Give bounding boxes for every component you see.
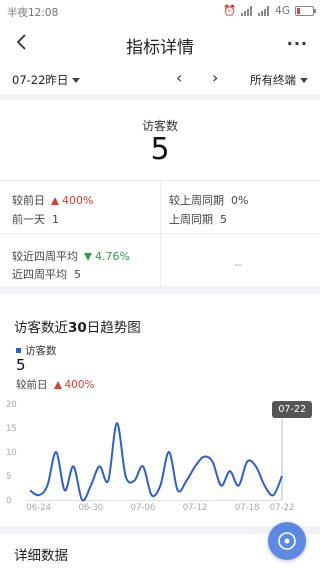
- y-tick-label: 10: [6, 448, 17, 458]
- y-tick-label: 20: [6, 400, 17, 410]
- data-point: [185, 480, 187, 482]
- x-tick-label: 07-12: [183, 503, 208, 513]
- up-arrow-icon: [51, 197, 59, 205]
- prev-day-button[interactable]: ‹: [176, 68, 182, 87]
- dropdown-icon: [72, 77, 81, 83]
- data-point: [124, 475, 126, 477]
- signal-icon: [241, 5, 253, 16]
- terminal-label: 所有终端: [250, 73, 296, 87]
- signal-icon-2: [258, 5, 270, 16]
- filter-bar: 07-22昨日 ‹ › 所有终端: [0, 66, 320, 94]
- trend-compare: 较前日 400%: [16, 379, 95, 391]
- data-point: [107, 480, 109, 482]
- x-tick-label: 07-22: [270, 503, 295, 513]
- trend-card: 访客数近30日趋势图 访客数 5 较前日 400% 0 5 10 15 20 06-24 06…: [0, 294, 320, 526]
- data-point: [220, 484, 222, 486]
- data-point: [142, 465, 144, 467]
- detail-title: 详细数据: [14, 548, 68, 564]
- y-tick-label: 15: [6, 424, 17, 434]
- y-tick-label: 5: [6, 472, 11, 482]
- day-before-value: 前一天 1: [12, 213, 59, 226]
- empty-placeholder: --: [234, 258, 242, 271]
- down-arrow-icon: [84, 253, 92, 261]
- network-type: 4G: [275, 4, 290, 17]
- trend-title: 访客数近30日趋势图: [14, 320, 141, 336]
- metric-summary-card: 访客数 5 较前日 400% 前一天 1 较上周同期 0% 上周同期 5 较近四周…: [0, 100, 320, 286]
- prev-day-compare: 较前日 400%: [12, 194, 94, 207]
- data-point: [177, 489, 179, 491]
- data-point: [255, 465, 257, 467]
- data-point: [90, 484, 92, 486]
- fab-icon: [278, 532, 296, 550]
- data-point: [29, 489, 31, 491]
- date-selector[interactable]: 07-22昨日: [12, 72, 81, 88]
- data-point: [116, 422, 118, 424]
- data-point: [64, 489, 66, 491]
- data-point: [159, 484, 161, 486]
- four-week-compare: 较近四周平均 4.76%: [12, 250, 130, 263]
- status-time: 半夜12:08: [7, 7, 59, 19]
- data-point: [55, 451, 57, 453]
- floating-action-button[interactable]: [268, 522, 306, 560]
- data-point: [211, 460, 213, 462]
- data-point: [133, 480, 135, 482]
- data-point: [98, 465, 100, 467]
- status-icons: ⏰ 4G: [223, 4, 316, 17]
- x-tick-label: 07-18: [235, 503, 260, 513]
- next-day-button[interactable]: ›: [212, 68, 218, 87]
- data-point: [150, 494, 152, 496]
- last-week-same-value: 上周同期 5: [169, 213, 227, 226]
- four-week-avg-value: 近四周平均 5: [12, 268, 81, 281]
- legend-swatch: [16, 348, 21, 353]
- more-menu-button[interactable]: ···: [287, 34, 308, 53]
- data-point: [263, 484, 265, 486]
- data-point: [81, 499, 83, 501]
- data-point: [281, 475, 283, 477]
- alarm-icon: ⏰: [223, 5, 237, 17]
- series-line-visitors: [29, 422, 283, 502]
- chart-tooltip: 07-22: [272, 401, 312, 418]
- data-point: [203, 456, 205, 458]
- data-point: [194, 465, 196, 467]
- x-tick-label: 06-30: [78, 503, 103, 513]
- date-label: 07-22昨日: [12, 73, 69, 87]
- last-week-compare: 较上周同期 0%: [169, 194, 249, 207]
- data-point: [72, 465, 74, 467]
- metric-value: 5: [150, 132, 170, 167]
- page-title: 指标详情: [126, 38, 194, 58]
- data-point: [46, 484, 48, 486]
- data-point: [246, 460, 248, 462]
- data-point: [229, 470, 231, 472]
- y-tick-label: 0: [6, 496, 11, 506]
- trend-value: 5: [16, 356, 26, 374]
- x-tick-label: 07-06: [131, 503, 156, 513]
- data-point: [237, 484, 239, 486]
- four-week-change: 4.76%: [95, 250, 130, 263]
- title-bar: 指标详情 ···: [0, 22, 320, 66]
- status-bar: 半夜12:08 ⏰ 4G: [0, 0, 320, 22]
- x-tick-label: 06-24: [26, 503, 51, 513]
- battery-icon: [295, 5, 316, 16]
- up-arrow-icon: [53, 381, 62, 389]
- prev-day-change: 400%: [62, 194, 94, 207]
- dropdown-icon: [300, 77, 308, 83]
- data-point: [37, 494, 39, 496]
- terminal-selector[interactable]: 所有终端: [250, 72, 308, 88]
- divider: [160, 180, 161, 286]
- legend-label: 访客数: [25, 345, 57, 357]
- data-point: [272, 494, 274, 496]
- data-point: [168, 451, 170, 453]
